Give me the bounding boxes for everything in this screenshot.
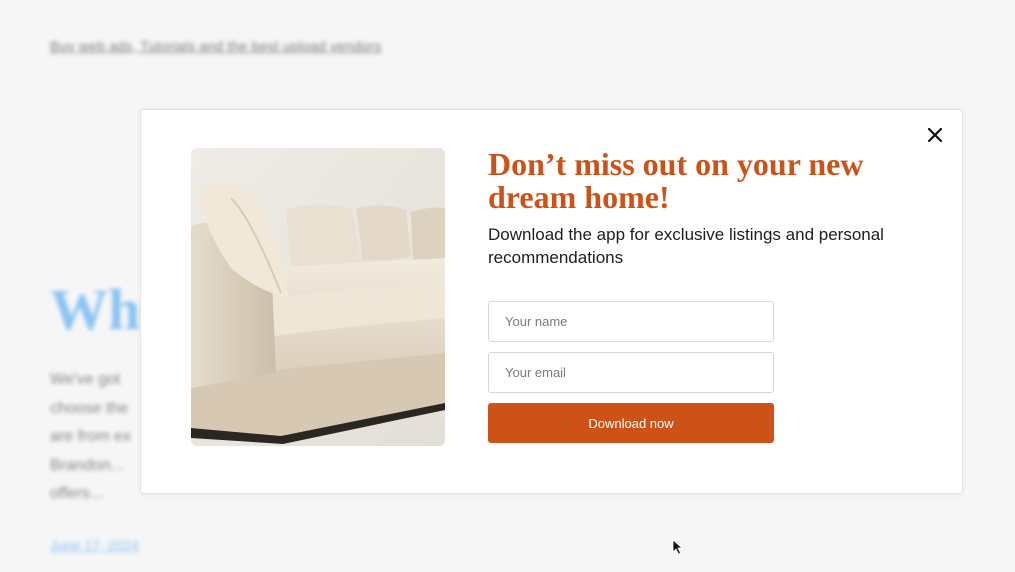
modal-content: Don’t miss out on your new dream home! D… — [488, 148, 928, 269]
email-input[interactable] — [488, 352, 774, 393]
download-app-modal: Don’t miss out on your new dream home! D… — [140, 109, 963, 494]
close-button[interactable] — [924, 124, 946, 146]
close-icon — [927, 127, 943, 143]
name-input[interactable] — [488, 301, 774, 342]
mouse-cursor-icon — [672, 539, 684, 555]
modal-headline: Don’t miss out on your new dream home! — [488, 146, 864, 215]
download-now-button[interactable]: Download now — [488, 403, 774, 443]
sofa-image — [191, 148, 445, 446]
modal-subtext: Download the app for exclusive listings … — [488, 225, 884, 267]
